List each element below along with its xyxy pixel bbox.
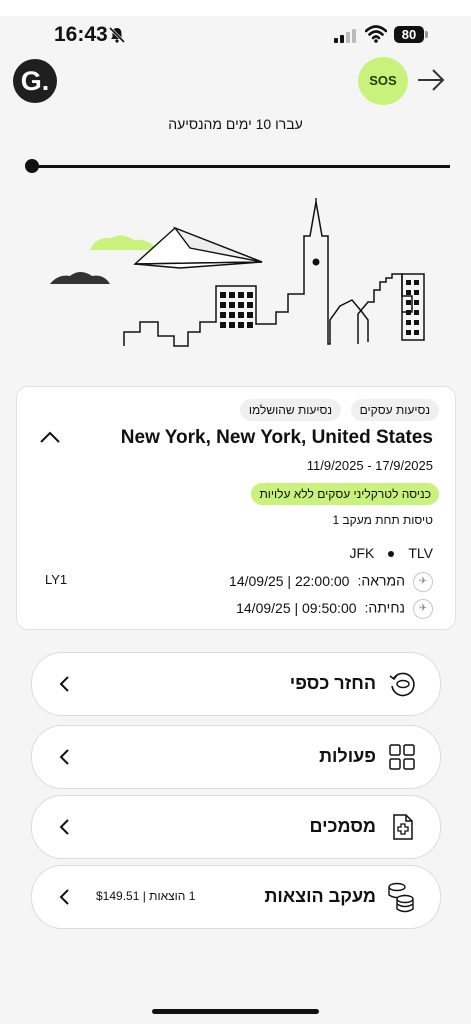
status-bar: 16:43 80 [0,20,471,50]
route-destination: JFK [349,545,375,561]
chevron-up-icon[interactable] [39,430,61,444]
sos-button[interactable]: SOS [358,57,408,105]
tracked-flights-count: טיסות תחת מעקב 1 [332,513,433,527]
tag-completed-trips: נסיעות שהושלמו [239,399,341,421]
arrival-value: 14/09/25 | 09:50:00 [236,599,357,616]
departure-row: ✈ המראה: 14/09/25 | 22:00:00 [229,572,433,592]
silent-bell-icon [108,26,126,44]
expense-summary: 1 הוצאות | $149.51 [96,889,196,903]
arrow-right-icon[interactable] [416,67,446,93]
trip-days-text: עברו 10 ימים מהנסיעה [168,116,303,132]
expense-tracking-button[interactable]: מעקב הוצאות 1 הוצאות | $149.51 [31,865,441,929]
refund-label: החזר כספי [289,673,376,693]
chevron-left-icon [59,676,69,692]
trip-progress-handle [25,159,39,173]
status-time: 16:43 [54,23,108,46]
battery-indicator: 80 [394,26,424,43]
medical-document-icon [393,814,413,840]
route-dot [388,551,395,558]
grid-icon [389,744,415,770]
landing-icon: ✈ [413,599,433,619]
chevron-left-icon [59,749,69,765]
refund-button[interactable]: החזר כספי [31,652,441,716]
coins-icon [388,882,414,913]
battery-tip [425,31,428,38]
actions-label: פעולות [319,746,376,766]
refund-icon [389,672,415,697]
arrival-label: נחיתה: [364,599,405,616]
home-indicator[interactable] [152,1009,319,1014]
documents-button[interactable]: מסמכים [31,795,441,859]
takeoff-icon: ✈ [413,572,433,592]
tag-business-trips: נסיעות עסקים [350,399,439,421]
expense-tracking-label: מעקב הוצאות [264,886,377,906]
departure-label: המראה: [357,572,405,589]
actions-button[interactable]: פעולות [31,725,441,789]
top-strip [0,0,471,16]
route-origin: TLV [408,545,433,561]
city-skyline-illustration [50,198,425,347]
trip-card: נסיעות עסקים נסיעות שהושלמו New York, Ne… [16,386,456,630]
lounge-badge: כניסה לטרקליני עסקים ללא עלויות [251,483,439,505]
app-logo[interactable]: G. [13,59,57,103]
trip-destination: New York, New York, United States [120,427,433,448]
trip-dates: 11/9/2025 - 17/9/2025 [306,458,433,473]
wifi-icon [365,25,387,43]
documents-label: מסמכים [309,816,376,836]
cellular-signal-icon [334,29,356,43]
chevron-left-icon [59,819,69,835]
arrival-row: ✈ נחיתה: 14/09/25 | 09:50:00 [236,599,433,619]
flight-number: LY1 [45,572,68,587]
flight-route: JFK TLV [349,545,433,561]
chevron-left-icon [59,889,69,905]
trip-progress-track [32,165,450,168]
departure-value: 14/09/25 | 22:00:00 [229,572,350,589]
